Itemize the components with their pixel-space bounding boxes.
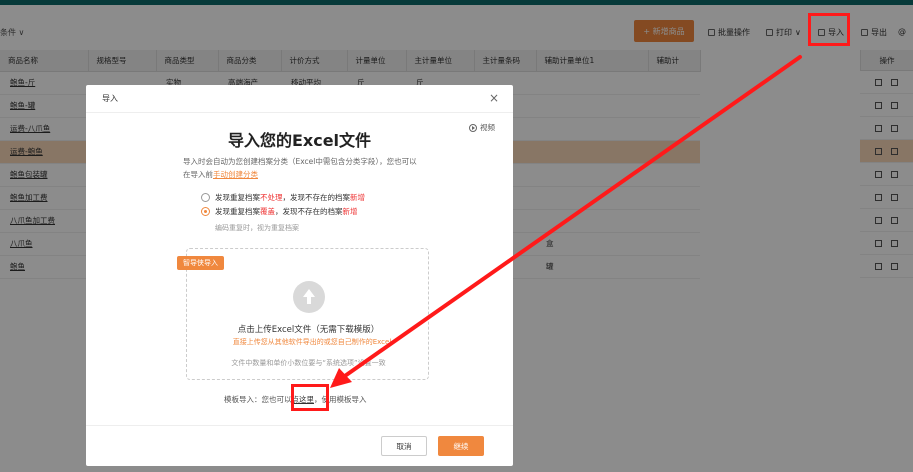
option-skip-duplicates[interactable]: 发现重复档案不处理，发现不存在的档案新增 bbox=[201, 192, 365, 203]
video-label: 视频 bbox=[480, 123, 495, 132]
option-overwrite-duplicates[interactable]: 发现重复档案覆盖，发现不存在的档案新增 bbox=[201, 206, 358, 217]
dialog-header: 导入 bbox=[86, 85, 513, 113]
option-label: 发现重复档案不处理，发现不存在的档案新增 bbox=[215, 193, 365, 202]
option-label: 发现重复档案覆盖，发现不存在的档案新增 bbox=[215, 207, 358, 216]
import-highlight-box bbox=[808, 13, 850, 46]
create-category-link[interactable]: 手动创建分类 bbox=[213, 170, 258, 179]
dialog-header-title: 导入 bbox=[102, 94, 118, 103]
link-highlight-box bbox=[291, 384, 329, 411]
smart-import-tag: 智导侠导入 bbox=[177, 256, 224, 270]
import-description: 导入时会自动为您创建档案分类（Excel中需包含分类字段），您也可以 在导入前手… bbox=[183, 155, 473, 181]
close-icon[interactable]: × bbox=[489, 91, 499, 105]
duplicate-hint: 编码重复时，视为重复档案 bbox=[215, 224, 299, 232]
upload-icon bbox=[293, 281, 325, 313]
continue-button[interactable]: 继续 bbox=[438, 436, 484, 456]
upload-note: 文件中数量和单价小数位要与“系统选项”设置一致 bbox=[231, 359, 386, 367]
cancel-button[interactable]: 取消 bbox=[381, 436, 427, 456]
description-line-1: 导入时会自动为您创建档案分类（Excel中需包含分类字段），您也可以 bbox=[183, 157, 417, 166]
dialog-title: 导入您的Excel文件 bbox=[227, 131, 372, 150]
upload-main-text: 点击上传Excel文件（无需下载模版） bbox=[237, 325, 380, 335]
description-prefix: 在导入前 bbox=[183, 170, 213, 179]
dialog-footer: 取消 继续 bbox=[86, 425, 513, 466]
radio-overwrite[interactable] bbox=[201, 207, 210, 216]
play-icon bbox=[469, 123, 477, 132]
radio-skip[interactable] bbox=[201, 193, 210, 202]
upload-sub-text: 直接上传您从其他软件导出的或您自己制作的Excel bbox=[232, 338, 392, 346]
description-line-2: 在导入前手动创建分类 bbox=[183, 168, 473, 181]
template-prefix: 模板导入：您也可以 bbox=[224, 395, 292, 404]
video-link[interactable]: 视频 bbox=[469, 122, 495, 133]
